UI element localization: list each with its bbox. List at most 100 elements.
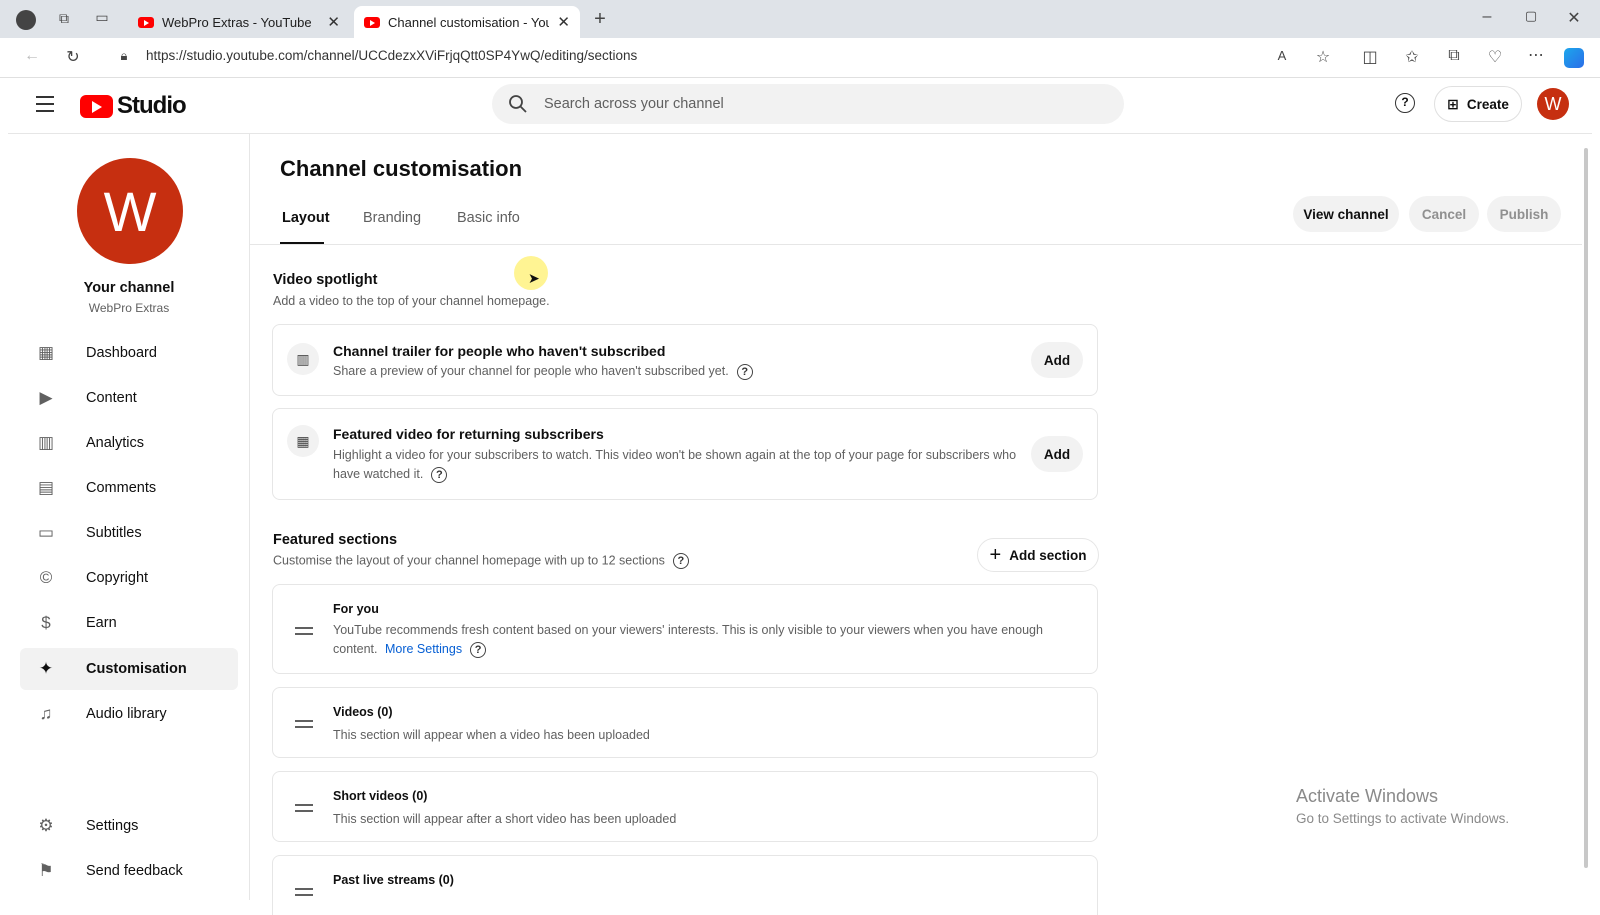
sidebar-item-label: Settings	[86, 818, 139, 834]
section-videos[interactable]: Videos (0) This section will appear when…	[272, 687, 1098, 758]
close-tab-icon[interactable]: ✕	[327, 13, 340, 31]
youtube-logo-icon	[80, 94, 113, 118]
featured-desc-line2: have watched it.	[333, 467, 424, 481]
section-desc-row2: content. More Settings?	[333, 640, 487, 659]
plus-icon: +	[989, 543, 1002, 566]
favorite-star-icon[interactable]: ☆	[1311, 47, 1335, 67]
section-desc-line2: content.	[333, 642, 378, 656]
browser-tab-customisation[interactable]: Channel customisation - YouTube ✕	[354, 6, 580, 38]
help-circle-icon[interactable]: ?	[431, 466, 448, 483]
close-window-icon[interactable]: ✕	[1562, 8, 1586, 28]
sidebar: W Your channel WebPro Extras ▦ Dashboard…	[8, 134, 250, 900]
hamburger-menu-icon[interactable]	[36, 96, 54, 112]
featured-desc-row2: have watched it.?	[333, 465, 448, 484]
sidebar-item-dashboard[interactable]: ▦ Dashboard	[20, 332, 238, 374]
create-button[interactable]: ⊞ Create	[1434, 86, 1522, 122]
sidebar-item-label: Customisation	[86, 661, 187, 677]
drag-handle-icon[interactable]	[295, 804, 313, 812]
back-icon[interactable]: ←	[20, 47, 44, 65]
section-for-you[interactable]: For you YouTube recommends fresh content…	[272, 584, 1098, 674]
add-trailer-button[interactable]: Add	[1031, 342, 1083, 378]
trailer-desc-row: Share a preview of your channel for peop…	[333, 362, 753, 381]
tab-basic-info[interactable]: Basic info	[457, 210, 520, 226]
sidebar-item-label: Send feedback	[86, 863, 183, 879]
drag-handle-icon[interactable]	[295, 720, 313, 728]
add-section-button[interactable]: + Add section	[977, 538, 1099, 572]
trailer-desc: Share a preview of your channel for peop…	[333, 364, 729, 378]
url-field[interactable]: https://studio.youtube.com/channel/UCCde…	[146, 48, 637, 63]
profile-icon[interactable]	[16, 10, 36, 30]
add-section-label: Add section	[1009, 547, 1087, 563]
sidebar-item-content[interactable]: ▶ Content	[20, 377, 238, 419]
drag-handle-icon[interactable]	[295, 888, 313, 896]
earn-dollar-icon: $	[41, 613, 51, 632]
sidebar-item-customisation[interactable]: ✦ Customisation	[20, 648, 238, 690]
scrollbar[interactable]	[1584, 148, 1588, 868]
section-desc: This section will appear when a video ha…	[333, 728, 650, 742]
tab-layout[interactable]: Layout	[282, 210, 330, 226]
new-tab-icon[interactable]: +	[588, 8, 612, 31]
youtube-favicon-icon	[138, 16, 154, 28]
featured-sections-title: Featured sections	[273, 532, 398, 548]
search-input[interactable]: Search across your channel	[492, 84, 1124, 124]
sidebar-item-label: Earn	[86, 615, 117, 631]
sidebar-item-earn[interactable]: $ Earn	[20, 602, 238, 644]
section-title: For you	[333, 602, 379, 616]
copilot-icon[interactable]	[1564, 48, 1584, 68]
drag-handle-icon[interactable]	[295, 627, 313, 635]
channel-avatar[interactable]: W	[77, 158, 183, 264]
help-icon[interactable]: ?	[1395, 93, 1415, 113]
studio-header: Studio Search across your channel ? ⊞ Cr…	[8, 78, 1592, 134]
sidebar-item-analytics[interactable]: ▥ Analytics	[20, 422, 238, 464]
minimize-icon[interactable]: –	[1475, 8, 1499, 26]
browser-tab-webpro[interactable]: WebPro Extras - YouTube ✕	[128, 6, 350, 38]
favorites-icon[interactable]: ✩	[1400, 47, 1424, 67]
maximize-icon[interactable]: ▢	[1519, 8, 1543, 24]
comments-icon: ▤	[37, 478, 55, 497]
mouse-pointer-icon: ➤	[528, 270, 540, 286]
watermark-line2: Go to Settings to activate Windows.	[1296, 811, 1510, 826]
sidebar-item-label: Subtitles	[86, 525, 142, 541]
section-past-live-streams[interactable]: Past live streams (0)	[272, 855, 1098, 915]
sidebar-item-send-feedback[interactable]: ⚑ Send feedback	[20, 850, 238, 892]
workspaces-icon[interactable]: ⧉	[52, 10, 76, 27]
trailer-film-icon: ▥	[287, 343, 319, 375]
sidebar-item-label: Comments	[86, 480, 157, 496]
account-avatar[interactable]: W	[1537, 88, 1569, 120]
browser-essentials-icon[interactable]: ♡	[1483, 47, 1507, 67]
section-title: Short videos (0)	[333, 789, 428, 803]
view-channel-button[interactable]: View channel	[1293, 196, 1399, 232]
more-settings-link[interactable]: More Settings	[385, 642, 462, 656]
more-options-icon[interactable]: ⋯	[1524, 45, 1548, 65]
add-featured-button[interactable]: Add	[1031, 436, 1083, 472]
sidebar-item-copyright[interactable]: © Copyright	[20, 557, 238, 599]
cancel-button[interactable]: Cancel	[1409, 196, 1479, 232]
your-channel-label: Your channel	[83, 280, 175, 296]
search-icon[interactable]	[508, 94, 528, 114]
publish-button[interactable]: Publish	[1487, 196, 1561, 232]
youtube-studio-logo[interactable]: Studio	[80, 92, 187, 120]
help-circle-icon[interactable]: ?	[672, 553, 689, 569]
tab-actions-icon[interactable]: ▭	[90, 9, 114, 26]
collections-icon[interactable]: ⧉	[1442, 47, 1466, 65]
sidebar-item-audio-library[interactable]: ♫ Audio library	[20, 693, 238, 735]
help-circle-icon[interactable]: ?	[736, 363, 753, 380]
help-circle-icon[interactable]: ?	[470, 641, 487, 658]
dashboard-icon: ▦	[37, 343, 55, 362]
page-title: Channel customisation	[280, 156, 523, 181]
create-video-icon: ⊞	[1447, 95, 1459, 112]
read-aloud-icon[interactable]: A	[1270, 48, 1294, 63]
refresh-icon[interactable]: ↻	[61, 47, 85, 67]
sidebar-item-settings[interactable]: ⚙ Settings	[20, 805, 238, 847]
tab-branding[interactable]: Branding	[363, 210, 421, 226]
featured-title: Featured video for returning subscribers	[333, 426, 604, 442]
close-tab-icon[interactable]: ✕	[557, 13, 570, 31]
sidebar-item-subtitles[interactable]: ▭ Subtitles	[20, 512, 238, 554]
copyright-icon: ©	[39, 568, 53, 587]
section-title: Past live streams (0)	[333, 873, 454, 887]
sidebar-item-comments[interactable]: ▤ Comments	[20, 467, 238, 509]
create-label: Create	[1466, 96, 1509, 112]
split-screen-icon[interactable]: ◫	[1358, 47, 1382, 67]
content-icon: ▶	[39, 388, 53, 407]
section-short-videos[interactable]: Short videos (0) This section will appea…	[272, 771, 1098, 842]
